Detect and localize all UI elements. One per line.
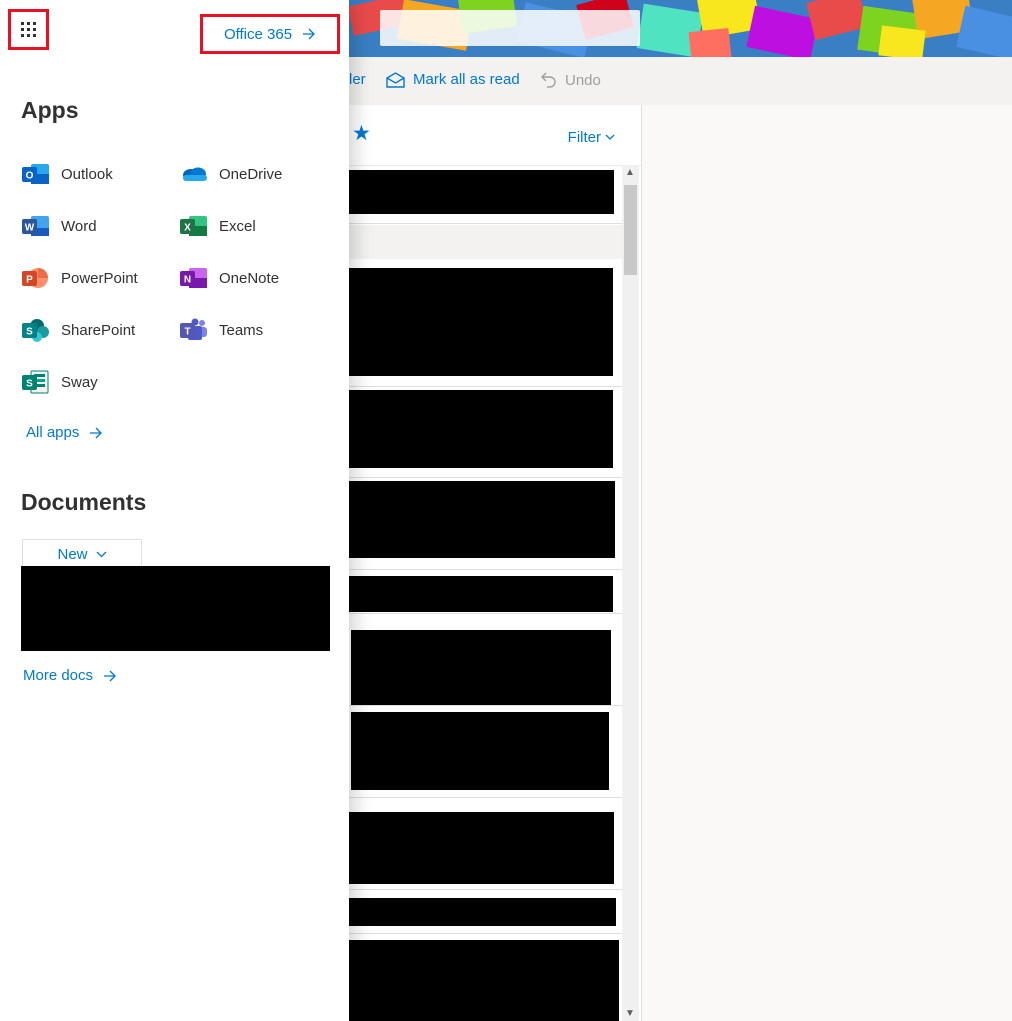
arrow-right-icon xyxy=(90,427,103,438)
message-row[interactable] xyxy=(349,477,622,570)
redacted-documents xyxy=(21,566,330,651)
undo-icon xyxy=(541,72,556,88)
documents-heading: Documents xyxy=(21,489,147,515)
office365-link[interactable]: Office 365 xyxy=(200,14,340,54)
message-row[interactable] xyxy=(349,889,622,934)
app-teams-label: Teams xyxy=(219,321,264,339)
svg-text:O: O xyxy=(26,171,34,182)
command-bar: ler Mark all as read Undo xyxy=(349,57,1012,106)
app-onenote[interactable]: N OneNote xyxy=(180,266,279,290)
app-excel-label: Excel xyxy=(219,217,256,235)
all-apps-label: All apps xyxy=(26,424,80,441)
svg-text:S: S xyxy=(26,327,33,338)
app-excel[interactable]: X Excel xyxy=(180,214,256,238)
app-teams[interactable]: T Teams xyxy=(180,318,263,342)
redacted-block xyxy=(349,940,619,1021)
redacted-block xyxy=(351,630,611,705)
scroll-up-arrow-icon[interactable]: ▲ xyxy=(625,167,635,178)
waffle-icon xyxy=(21,22,36,37)
undo-label: Undo xyxy=(565,71,601,89)
app-outlook[interactable]: O Outlook xyxy=(22,162,113,186)
filter-button[interactable]: Filter xyxy=(568,129,615,146)
redacted-block xyxy=(347,576,613,612)
mark-all-read-button[interactable]: Mark all as read xyxy=(386,71,520,88)
chevron-down-icon xyxy=(605,134,615,140)
app-powerpoint[interactable]: P PowerPoint xyxy=(22,266,138,290)
message-row[interactable] xyxy=(349,386,622,478)
svg-text:W: W xyxy=(25,223,35,234)
arrow-right-icon xyxy=(303,28,315,40)
word-icon: W xyxy=(22,216,49,236)
message-group-header xyxy=(349,225,622,259)
filter-label: Filter xyxy=(567,129,601,146)
redacted-block xyxy=(349,898,616,926)
office365-label: Office 365 xyxy=(223,25,293,43)
excel-icon: X xyxy=(180,216,207,236)
app-sway-label: Sway xyxy=(61,373,98,391)
svg-text:P: P xyxy=(26,275,33,286)
app-outlook-label: Outlook xyxy=(61,165,113,183)
mark-all-read-label: Mark all as read xyxy=(413,71,520,88)
svg-text:N: N xyxy=(184,275,191,286)
redacted-block xyxy=(349,268,613,376)
redacted-block xyxy=(349,812,614,884)
redacted-block xyxy=(349,390,613,468)
message-row[interactable] xyxy=(349,797,622,890)
app-onenote-label: OneNote xyxy=(219,269,280,287)
more-docs-link[interactable]: More docs xyxy=(23,667,117,684)
app-word[interactable]: W Word xyxy=(22,214,97,238)
onedrive-icon xyxy=(183,167,207,181)
sharepoint-icon: S xyxy=(22,319,49,342)
message-list-header: ★ Filter xyxy=(349,105,641,166)
message-list-scrollbar[interactable]: ▲ ▼ xyxy=(622,165,639,1021)
new-document-label: New xyxy=(57,545,88,563)
redacted-block xyxy=(349,481,615,558)
message-row[interactable] xyxy=(349,933,622,1021)
more-docs-label: More docs xyxy=(23,667,94,684)
app-word-label: Word xyxy=(61,217,97,235)
move-to-folder-button[interactable]: ler xyxy=(349,71,366,88)
app-launcher-panel: Office 365 Apps O Outlook OneDrive W Wor… xyxy=(0,0,349,1021)
app-sharepoint-label: SharePoint xyxy=(61,321,136,339)
redacted-block xyxy=(349,170,614,214)
message-row[interactable] xyxy=(349,167,622,224)
message-list: ★ Filter xyxy=(347,105,642,1021)
app-launcher-button[interactable] xyxy=(8,9,49,50)
teams-icon: T xyxy=(180,318,207,340)
scrollbar-thumb[interactable] xyxy=(624,185,637,275)
outlook-icon: O xyxy=(22,164,49,184)
sway-icon: S xyxy=(22,370,49,394)
app-powerpoint-label: PowerPoint xyxy=(61,269,138,287)
chevron-down-icon xyxy=(96,551,106,557)
redacted-block xyxy=(351,712,609,790)
app-sharepoint[interactable]: S SharePoint xyxy=(22,318,135,342)
onenote-icon: N xyxy=(180,268,207,288)
message-row[interactable] xyxy=(349,260,622,387)
favorite-star-icon[interactable]: ★ xyxy=(352,121,371,146)
undo-button[interactable]: Undo xyxy=(541,71,601,89)
envelope-open-icon xyxy=(386,71,405,88)
move-to-folder-label: ler xyxy=(349,71,366,88)
search-box[interactable] xyxy=(380,10,640,46)
app-onedrive[interactable]: OneDrive xyxy=(180,162,282,186)
app-onedrive-label: OneDrive xyxy=(219,165,283,183)
svg-text:T: T xyxy=(184,327,190,338)
svg-text:S: S xyxy=(26,379,33,390)
message-row[interactable] xyxy=(349,613,622,706)
arrow-right-icon xyxy=(104,670,116,681)
powerpoint-icon: P xyxy=(22,268,48,288)
all-apps-link[interactable]: All apps xyxy=(26,424,103,441)
scroll-down-arrow-icon[interactable]: ▼ xyxy=(625,1008,635,1019)
svg-text:X: X xyxy=(184,223,191,234)
message-row[interactable] xyxy=(347,569,622,614)
message-row[interactable] xyxy=(349,705,622,798)
reading-pane xyxy=(642,105,1012,1021)
app-sway[interactable]: S Sway xyxy=(22,370,98,394)
new-document-button[interactable]: New xyxy=(22,539,142,569)
apps-heading: Apps xyxy=(21,97,79,123)
